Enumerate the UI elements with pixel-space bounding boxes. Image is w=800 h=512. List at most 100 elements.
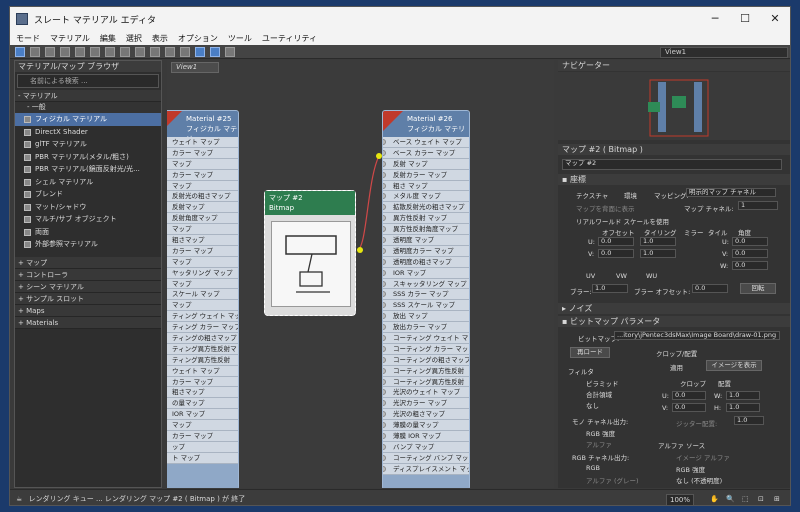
material-node-26[interactable]: Material #26 フィジカル マテリ ベース ウェイト マップ ベース カラ…: [382, 110, 470, 488]
pyramid-radio[interactable]: ピラミッド: [586, 378, 619, 388]
mono-rgb-radio[interactable]: RGB 強度: [586, 428, 615, 438]
w-angle-field[interactable]: 0.0: [732, 261, 768, 270]
hide-unused-slots-icon[interactable]: [105, 46, 115, 57]
node-input-slot[interactable]: 放出 マップ: [383, 311, 469, 323]
select-tool-icon[interactable]: [15, 46, 25, 57]
menu-mode[interactable]: モード: [16, 33, 40, 44]
section-materials-2[interactable]: + Materials: [15, 316, 161, 329]
node-input-slot[interactable]: 異方性反射角度マップ: [383, 224, 469, 236]
realworld-checkbox[interactable]: リアルワールド スケールを使用: [576, 216, 669, 226]
v-tiling-field[interactable]: 1.0: [640, 249, 676, 258]
section-scene-materials[interactable]: + シーン マテリアル: [15, 280, 161, 293]
node-input-slot[interactable]: 透明度 マップ: [383, 235, 469, 246]
browser-search-input[interactable]: 名前による検索 ...: [17, 74, 159, 88]
slot-socket-icon[interactable]: [383, 411, 386, 418]
browser-item[interactable]: glTF マテリアル: [15, 138, 161, 151]
slot-socket-icon[interactable]: [383, 454, 386, 461]
menu-options[interactable]: オプション: [178, 33, 218, 44]
summed-area-radio[interactable]: 合計領域: [586, 389, 612, 399]
node-view[interactable]: View1 Material #25フィジカル マテリ ウェイト マップカラー …: [167, 60, 554, 488]
node-input-slot[interactable]: 薄膜の量マップ: [383, 420, 469, 432]
slot-socket-icon[interactable]: [383, 465, 386, 472]
jitter-checkbox[interactable]: ジッター配置:: [676, 418, 717, 428]
node-input-slot[interactable]: 光沢のウェイト マップ: [383, 387, 469, 399]
slot-socket-icon[interactable]: [383, 204, 386, 211]
slot-socket-icon[interactable]: [383, 258, 386, 265]
slot-socket-icon[interactable]: [383, 280, 386, 287]
no-filter-radio[interactable]: なし: [586, 400, 599, 410]
maximize-button[interactable]: ☐: [730, 7, 760, 31]
node-input-slot[interactable]: 拡散反射光の粗さマップ: [383, 202, 469, 214]
section-controllers[interactable]: + コントローラ: [15, 268, 161, 281]
vw-radio[interactable]: VW: [616, 272, 627, 280]
wu-radio[interactable]: WU: [646, 272, 657, 280]
slot-socket-icon[interactable]: [383, 226, 386, 233]
assign-material-icon[interactable]: [60, 46, 70, 57]
node-input-slot[interactable]: 光沢の粗さマップ: [383, 409, 469, 421]
pan-icon[interactable]: ✋: [710, 490, 719, 505]
node-input-slot[interactable]: 薄膜 IOR マップ: [383, 431, 469, 442]
apply-checkbox[interactable]: 適用: [670, 362, 683, 372]
crop-w-field[interactable]: 1.0: [726, 391, 760, 400]
slot-socket-icon[interactable]: [383, 378, 386, 385]
image-alpha-radio[interactable]: イメージ アルファ: [676, 452, 730, 462]
close-button[interactable]: ✕: [760, 7, 790, 31]
browser-item[interactable]: マルチ/サブ オブジェクト: [15, 213, 161, 226]
slot-socket-icon[interactable]: [383, 422, 386, 429]
u-offset-field[interactable]: 0.0: [598, 237, 634, 246]
slot-socket-icon[interactable]: [383, 400, 386, 407]
node-input-slot[interactable]: バンプ マップ: [383, 441, 469, 453]
browser-item[interactable]: フィジカル マテリアル: [15, 113, 161, 126]
browser-item[interactable]: 外部参照マテリアル: [15, 238, 161, 251]
slot-socket-icon[interactable]: [383, 215, 386, 222]
node-input-slot[interactable]: メタル度 マップ: [383, 191, 469, 203]
slot-socket-icon[interactable]: [383, 389, 386, 396]
node-input-slot[interactable]: 反射カラー マップ: [383, 169, 469, 181]
delete-icon[interactable]: [75, 46, 85, 57]
node-input-slot[interactable]: SSS スケール マップ: [383, 300, 469, 312]
browser-item[interactable]: ブレンド: [15, 188, 161, 201]
map-channel-field[interactable]: 1: [738, 201, 778, 210]
menu-view[interactable]: 表示: [152, 33, 168, 44]
mono-alpha-radio[interactable]: アルファ: [586, 439, 612, 449]
node-input-slot[interactable]: コーティング異方性反射: [383, 365, 469, 377]
bitmap-params-rollout[interactable]: ▪ ビットマップ パラメータ: [558, 316, 790, 327]
mapping-dropdown[interactable]: 明示的マップ チャネル: [686, 188, 776, 197]
node-input-slot[interactable]: 光沢カラー マップ: [383, 398, 469, 410]
browser-item[interactable]: マット/シャドウ: [15, 201, 161, 214]
slot-socket-icon[interactable]: [383, 182, 386, 189]
browser-item[interactable]: 両面: [15, 226, 161, 239]
slot-socket-icon[interactable]: [383, 171, 386, 178]
zoom-icon[interactable]: 🔍: [726, 490, 735, 505]
browser-item[interactable]: PBR マテリアル(メタル/粗さ): [15, 151, 161, 164]
node-input-slot[interactable]: 透明度の粗さマップ: [383, 256, 469, 268]
menu-tools[interactable]: ツール: [228, 33, 252, 44]
reload-button[interactable]: 再ロード: [570, 347, 610, 358]
v-angle-field[interactable]: 0.0: [732, 249, 768, 258]
place-radio[interactable]: 配置: [718, 378, 731, 388]
noise-rollout[interactable]: ▸ ノイズ: [558, 303, 790, 314]
put-material-icon[interactable]: [45, 46, 55, 57]
material-editor-icon[interactable]: [195, 46, 205, 57]
select-by-material-icon[interactable]: [225, 46, 235, 57]
parameter-editor-icon[interactable]: [210, 46, 220, 57]
zoom-selected-icon[interactable]: ⊞: [774, 490, 780, 505]
crop-v-field[interactable]: 0.0: [672, 403, 706, 412]
slot-socket-icon[interactable]: [383, 269, 386, 276]
node-input-slot[interactable]: IOR マップ: [383, 267, 469, 279]
move-children-icon[interactable]: [90, 46, 100, 57]
section-maps[interactable]: + マップ: [15, 256, 161, 269]
slot-socket-icon[interactable]: [383, 345, 386, 352]
node-input-slot[interactable]: 異方性反射 マップ: [383, 213, 469, 225]
slot-socket-icon[interactable]: [383, 335, 386, 342]
node-input-slot[interactable]: 粗さ マップ: [383, 180, 469, 192]
u-angle-field[interactable]: 0.0: [732, 237, 768, 246]
layout-children-icon[interactable]: [180, 46, 190, 57]
uv-radio[interactable]: UV: [586, 272, 595, 280]
crop-h-field[interactable]: 1.0: [726, 403, 760, 412]
zoom-region-icon[interactable]: ⬚: [742, 490, 749, 505]
alpha-none-radio[interactable]: なし (不透明度): [676, 475, 722, 485]
node-input-slot[interactable]: コーティング バンプ マップ: [383, 452, 469, 464]
slot-socket-icon[interactable]: [383, 302, 386, 309]
env-radio[interactable]: 環境: [624, 190, 637, 200]
